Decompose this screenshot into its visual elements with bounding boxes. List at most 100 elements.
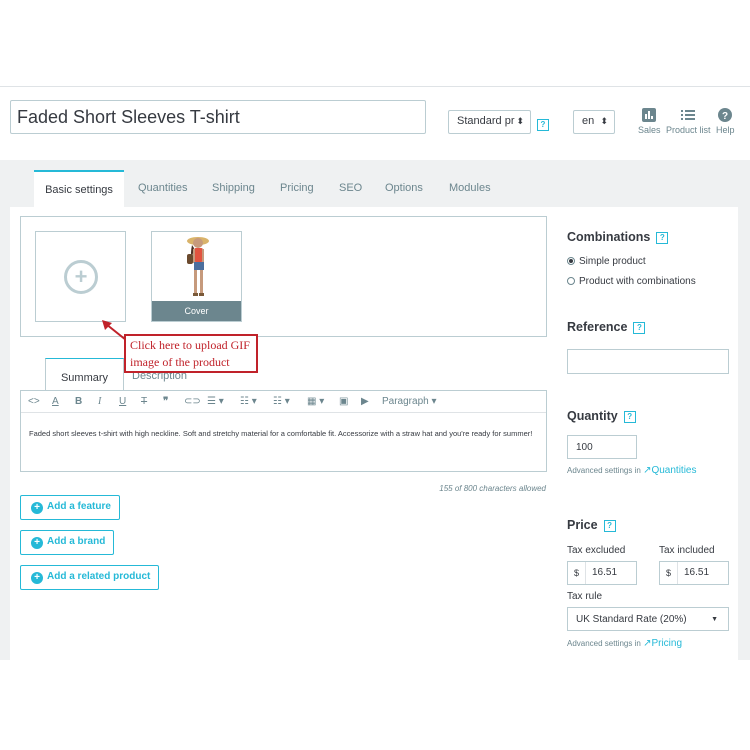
numbered-list-icon[interactable]: ☷ ▾ — [273, 396, 290, 407]
product-name-input[interactable]: Faded Short Sleeves T-shirt — [10, 100, 426, 134]
format-value: Paragraph — [382, 396, 429, 407]
upload-callout: Click here to upload GIF image of the pr… — [124, 334, 258, 373]
cover-label: Cover — [152, 301, 241, 321]
help-circle-icon: ? — [718, 108, 733, 122]
tab-options[interactable]: Options — [385, 182, 423, 194]
tax-included-value: 16.51 — [684, 567, 710, 578]
price-advanced-note: Advanced settings in ↗Pricing — [567, 638, 682, 649]
bar-chart-icon — [642, 108, 657, 122]
chevron-down-icon: ▼ — [711, 616, 718, 623]
quantity-help-icon[interactable]: ? — [623, 411, 636, 423]
editor-toolbar: <> A B I U T ❞ ⊂⊃ ☰ ▾ ☷ ▾ ☷ ▾ ▦ ▾ ▣ ▶ Pa… — [21, 391, 546, 413]
character-count: 155 of 800 characters allowed — [439, 484, 546, 493]
tax-rule-select[interactable]: UK Standard Rate (20%) ▼ — [567, 607, 729, 631]
add-related-label: Add a related product — [47, 571, 151, 582]
product-tabs: Basic settings Quantities Shipping Prici… — [10, 168, 738, 208]
add-brand-label: Add a brand — [47, 536, 106, 547]
radio-unchecked-icon — [567, 277, 575, 285]
product-list-label: Product list — [666, 125, 711, 135]
combinations-help-icon[interactable]: ? — [656, 232, 669, 244]
product-type-select[interactable]: Standard pr ⬍ — [448, 110, 531, 134]
tax-excluded-value: 16.51 — [592, 567, 618, 578]
underline-icon[interactable]: U — [119, 396, 126, 407]
pricing-link-label: Pricing — [651, 638, 683, 649]
plus-circle-icon: + — [31, 537, 43, 549]
summary-editor[interactable]: <> A B I U T ❞ ⊂⊃ ☰ ▾ ☷ ▾ ☷ ▾ ▦ ▾ ▣ ▶ Pa… — [20, 390, 547, 472]
reference-help-icon[interactable]: ? — [633, 322, 646, 334]
add-feature-label: Add a feature — [47, 501, 111, 512]
combinations-product-radio[interactable]: Product with combinations — [567, 276, 696, 287]
product-page: Faded Short Sleeves T-shirt Standard pr … — [0, 0, 750, 750]
link-icon[interactable]: ⊂⊃ — [184, 396, 201, 407]
media-icon[interactable]: ▶ — [361, 396, 369, 407]
tab-shipping[interactable]: Shipping — [212, 182, 255, 194]
combinations-product-label: Product with combinations — [579, 276, 696, 287]
simple-product-label: Simple product — [579, 256, 646, 267]
source-code-icon[interactable]: <> — [28, 396, 40, 407]
format-select[interactable]: Paragraph ▾ — [382, 396, 437, 407]
add-image-icon: + — [64, 260, 98, 294]
combinations-title-text: Combinations — [567, 230, 651, 244]
cover-image-thumbnail[interactable]: Cover — [151, 231, 242, 322]
tab-pricing[interactable]: Pricing — [280, 182, 314, 194]
sales-button[interactable]: Sales — [638, 108, 661, 135]
description-tabs: Summary Description — [20, 357, 547, 392]
bold-icon[interactable]: B — [75, 396, 82, 407]
sort-icon: ⬍ — [600, 116, 608, 126]
product-list-button[interactable]: Product list — [666, 108, 711, 135]
quantities-link-label: Quantities — [651, 465, 697, 476]
tab-quantities[interactable]: Quantities — [138, 182, 188, 194]
currency-symbol: $ — [660, 562, 678, 584]
language-value: en — [582, 115, 595, 127]
price-help-icon[interactable]: ? — [603, 520, 616, 532]
summary-text: Faded short sleeves t-shirt with high ne… — [29, 429, 533, 438]
tax-rule-label: Tax rule — [567, 591, 603, 602]
tab-modules[interactable]: Modules — [449, 182, 491, 194]
sort-icon: ⬍ — [516, 116, 524, 126]
simple-product-radio[interactable]: Simple product — [567, 256, 646, 267]
tab-basic-settings[interactable]: Basic settings — [34, 170, 124, 208]
advanced-prefix: Advanced settings in — [567, 639, 641, 648]
combinations-title: Combinations? — [567, 230, 669, 244]
quantities-link[interactable]: ↗Quantities — [643, 465, 696, 476]
price-title-text: Price — [567, 518, 598, 532]
tax-included-label: Tax included — [659, 545, 715, 556]
add-related-product-button[interactable]: + Add a related product — [20, 565, 160, 590]
bullet-list-icon[interactable]: ☷ ▾ — [240, 396, 257, 407]
sales-label: Sales — [638, 125, 661, 135]
text-color-icon[interactable]: A — [52, 396, 59, 407]
image-icon[interactable]: ▣ — [339, 396, 348, 407]
quantity-advanced-note: Advanced settings in ↗Quantities — [567, 465, 696, 476]
align-icon[interactable]: ☰ ▾ — [207, 396, 224, 407]
list-icon — [681, 110, 696, 120]
currency-symbol: $ — [568, 562, 586, 584]
table-icon[interactable]: ▦ ▾ — [307, 396, 324, 407]
help-button[interactable]: ? Help — [716, 108, 735, 135]
quantity-title-text: Quantity — [567, 409, 618, 423]
language-select[interactable]: en ⬍ — [573, 110, 615, 134]
svg-text:?: ? — [722, 111, 728, 122]
plus-circle-icon: + — [31, 572, 43, 584]
reference-input[interactable] — [567, 349, 729, 374]
advanced-prefix: Advanced settings in — [567, 466, 641, 475]
add-feature-button[interactable]: + Add a feature — [20, 495, 120, 520]
quantity-input[interactable]: 100 — [567, 435, 637, 459]
price-tax-excluded-input[interactable]: $ 16.51 — [567, 561, 637, 585]
radio-checked-icon — [567, 257, 575, 265]
tax-rule-value: UK Standard Rate (20%) — [576, 614, 687, 625]
product-model-image — [187, 237, 209, 296]
blockquote-icon[interactable]: ❞ — [163, 396, 168, 407]
price-tax-included-input[interactable]: $ 16.51 — [659, 561, 729, 585]
tab-seo[interactable]: SEO — [339, 182, 362, 194]
image-upload-dropzone[interactable]: + — [35, 231, 126, 322]
price-title: Price? — [567, 518, 616, 532]
tab-summary[interactable]: Summary — [45, 358, 124, 392]
help-label: Help — [716, 125, 735, 135]
product-type-value: Standard pr — [457, 115, 515, 127]
italic-icon[interactable]: I — [98, 396, 101, 407]
tax-excluded-label: Tax excluded — [567, 545, 626, 556]
strikethrough-icon[interactable]: T — [141, 396, 147, 407]
add-brand-button[interactable]: + Add a brand — [20, 530, 115, 555]
pricing-link[interactable]: ↗Pricing — [643, 638, 682, 649]
product-type-help-icon[interactable]: ? — [537, 119, 549, 131]
